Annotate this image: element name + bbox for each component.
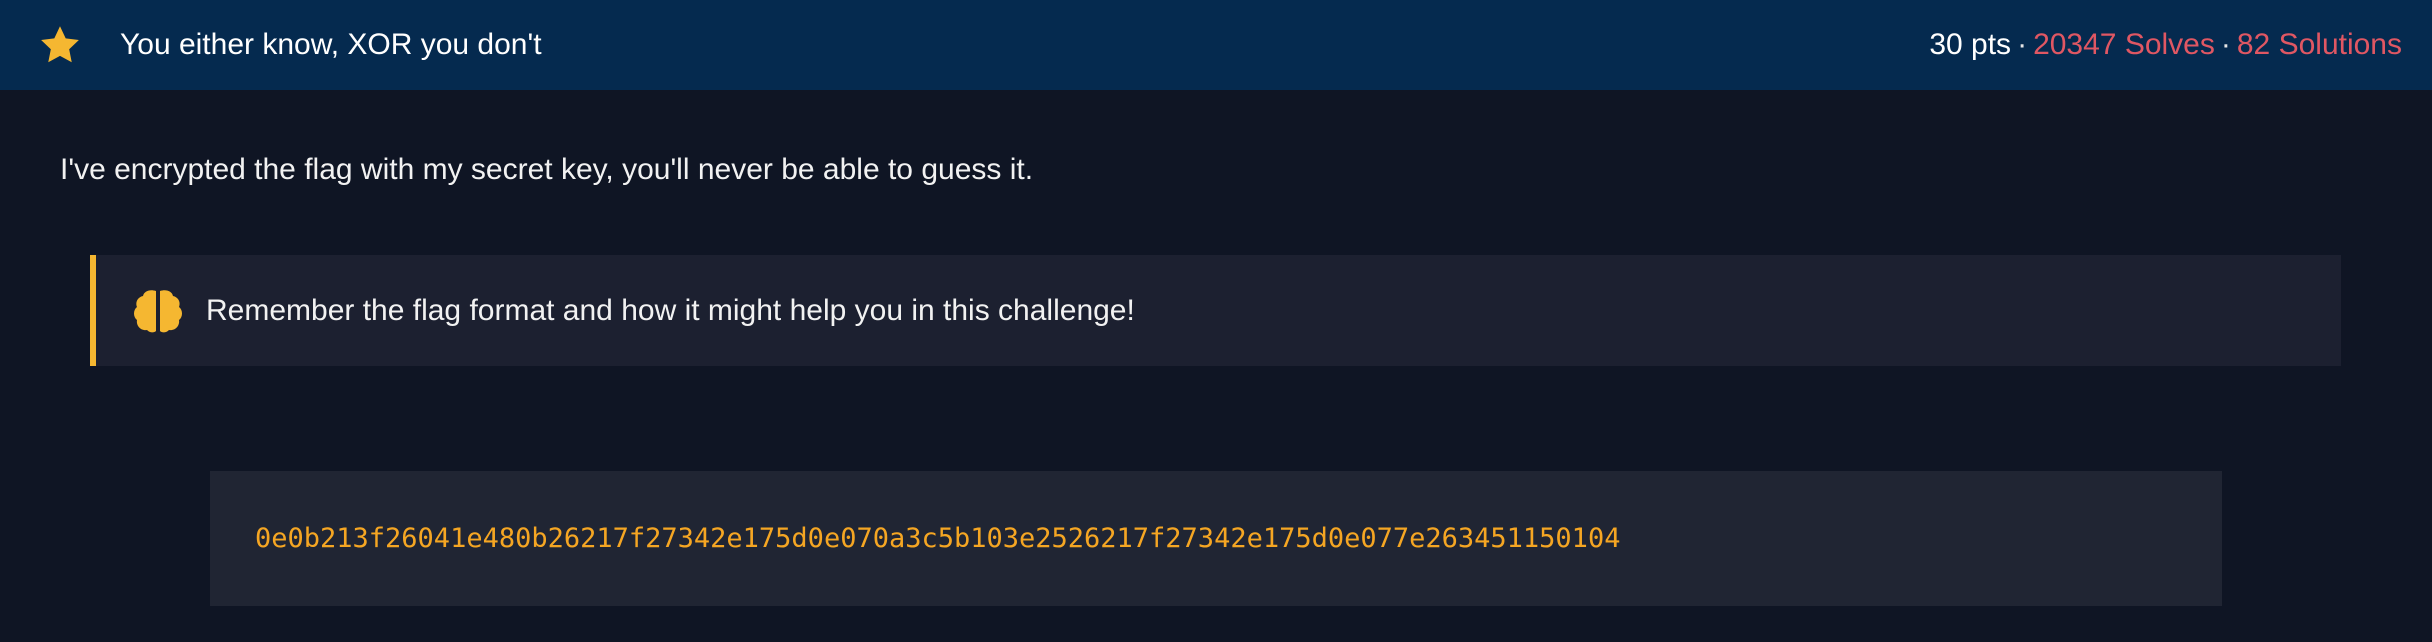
brain-icon [132,287,184,335]
solutions-link[interactable]: 82 Solutions [2237,28,2402,61]
points-label: 30 pts [1929,28,2012,61]
challenge-stats: 30 pts · 20347 Solves · 82 Solutions [1929,28,2402,62]
ciphertext-block: 0e0b213f26041e480b26217f27342e175d0e070a… [210,471,2222,606]
solves-link[interactable]: 20347 Solves [2033,28,2215,61]
challenge-header: You either know, XOR you don't 30 pts · 20… [0,0,2432,90]
challenge-description: I've encrypted the flag with my secret k… [60,153,1034,186]
star-icon[interactable] [38,23,82,67]
separator: · [2017,28,2028,61]
challenge-title: You either know, XOR you don't [120,28,542,61]
hint-callout: Remember the flag format and how it migh… [90,255,2341,366]
separator: · [2220,28,2231,61]
hint-text: Remember the flag format and how it migh… [206,293,1135,327]
ciphertext-value[interactable]: 0e0b213f26041e480b26217f27342e175d0e070a… [255,523,1620,554]
